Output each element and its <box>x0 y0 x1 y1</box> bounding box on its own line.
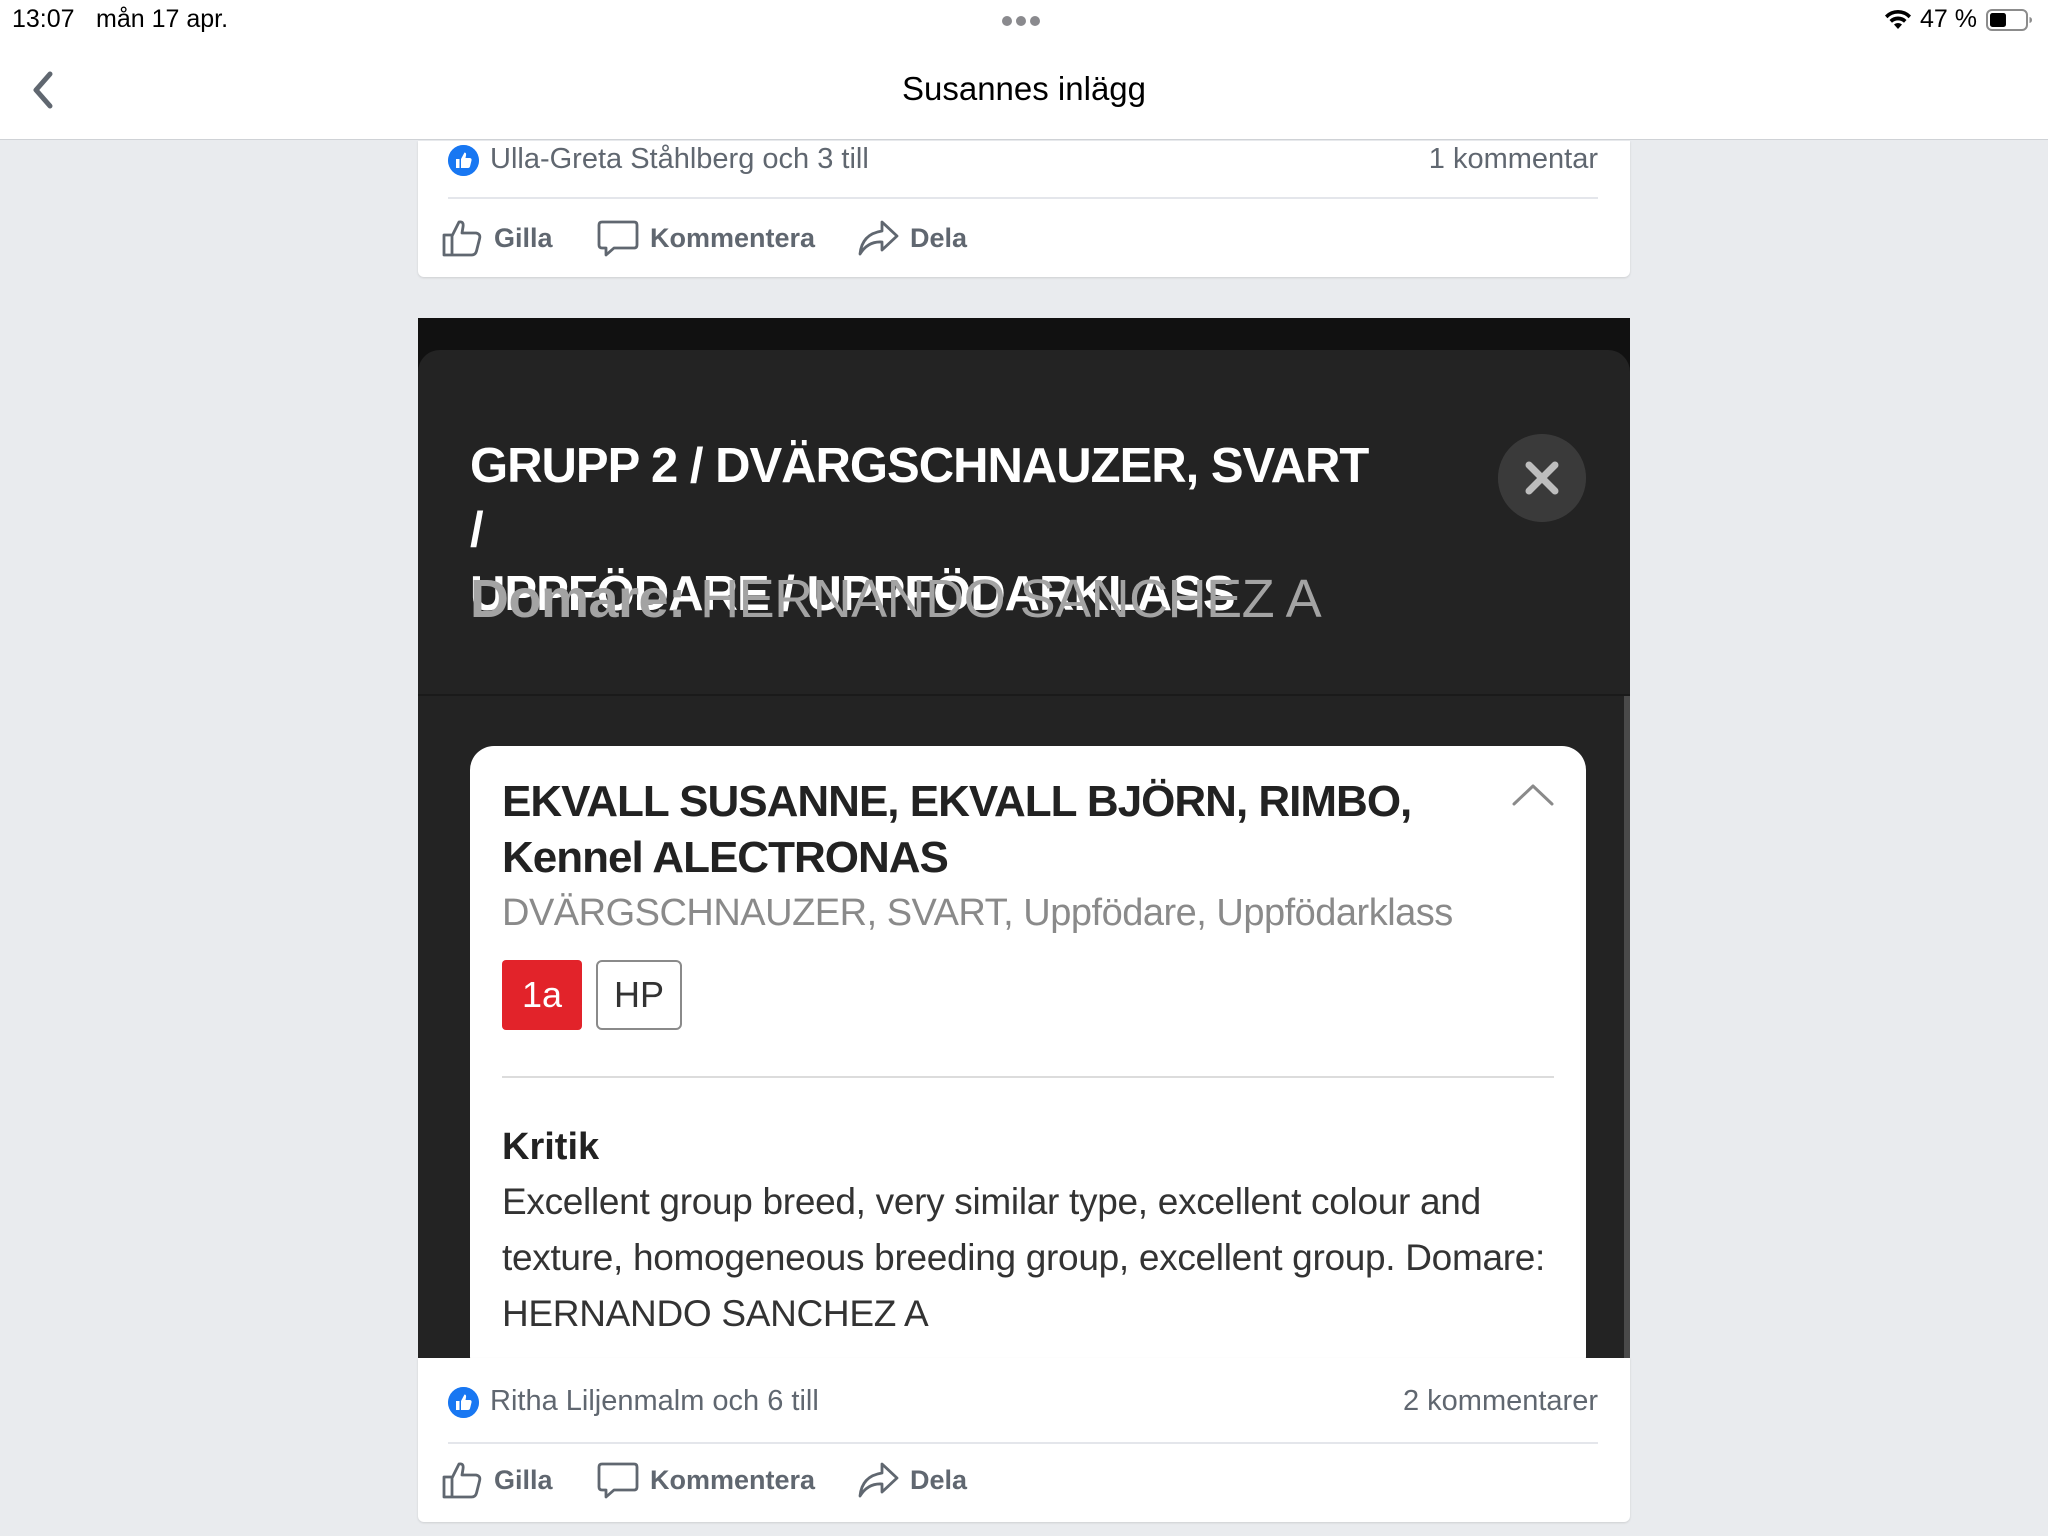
placement-badge: 1a <box>502 960 582 1030</box>
navigation-bar: Susannes inlägg <box>0 40 2048 140</box>
reactions-names[interactable]: Ritha Liljenmalm och 6 till <box>490 1385 819 1418</box>
post-card-previous: Ulla-Greta Ståhlberg och 3 till 1 kommen… <box>418 141 1630 277</box>
share-button[interactable]: Dela <box>856 213 967 263</box>
reactions-names[interactable]: Ulla-Greta Ståhlberg och 3 till <box>490 143 869 176</box>
like-button[interactable]: Gilla <box>440 213 553 263</box>
result-title: EKVALL SUSANNE, EKVALL BJÖRN, RIMBO, Ken… <box>502 774 1482 886</box>
share-arrow-icon <box>858 1462 899 1498</box>
sheet-scrollbar <box>1624 696 1630 1358</box>
result-title-line-2: Kennel ALECTRONAS <box>502 833 949 882</box>
comments-count[interactable]: 2 kommentarer <box>1403 1385 1598 1418</box>
result-subtitle: DVÄRGSCHNAUZER, SVART, Uppfödare, Uppföd… <box>502 892 1453 934</box>
comment-label: Kommentera <box>650 222 816 253</box>
post-image[interactable]: GRUPP 2 / DVÄRGSCHNAUZER, SVART / UPPFÖD… <box>418 318 1630 1358</box>
reactions-summary[interactable]: Ritha Liljenmalm och 6 till 2 kommentare… <box>448 1383 1598 1423</box>
comment-bubble-icon <box>597 220 639 257</box>
battery-icon <box>1986 9 2032 31</box>
result-card: EKVALL SUSANNE, EKVALL BJÖRN, RIMBO, Ken… <box>470 746 1586 1358</box>
wifi-icon <box>1885 9 1911 29</box>
battery-percent: 47 % <box>1920 5 1977 33</box>
critique-text: Excellent group breed, very similar type… <box>502 1181 1546 1334</box>
share-button[interactable]: Dela <box>856 1455 967 1505</box>
share-label: Dela <box>910 1464 968 1495</box>
more-dots-icon[interactable] <box>1002 13 1046 26</box>
result-divider <box>502 1076 1554 1078</box>
like-reaction-icon <box>448 145 479 176</box>
comment-button[interactable]: Kommentera <box>596 213 815 263</box>
status-bar: 13:07 mån 17 apr. 47 % <box>0 0 2048 40</box>
thumbs-up-icon <box>442 1462 482 1499</box>
like-label: Gilla <box>494 1464 553 1495</box>
comment-button[interactable]: Kommentera <box>596 1455 815 1505</box>
status-time: 13:07 <box>12 5 75 33</box>
thumbs-up-icon <box>442 220 482 257</box>
comments-count[interactable]: 1 kommentar <box>1429 143 1598 176</box>
status-date: mån 17 apr. <box>96 5 229 33</box>
judge-name: HERNANDO SANCHEZ A <box>700 569 1322 629</box>
chevron-up-icon <box>1512 784 1554 806</box>
comment-label: Kommentera <box>650 1464 816 1495</box>
result-sheet: GRUPP 2 / DVÄRGSCHNAUZER, SVART / UPPFÖD… <box>418 350 1630 1358</box>
close-x-icon <box>1498 434 1586 522</box>
judge-line: Domare: HERNANDO SANCHEZ A <box>470 568 1322 630</box>
page-title: Susannes inlägg <box>901 70 1147 107</box>
reactions-summary[interactable]: Ulla-Greta Ståhlberg och 3 till 1 kommen… <box>448 141 1598 181</box>
comment-bubble-icon <box>597 1462 639 1499</box>
share-label: Dela <box>910 222 968 253</box>
divider <box>448 197 1598 199</box>
judge-label: Domare: <box>470 569 686 629</box>
sheet-divider <box>418 694 1630 696</box>
result-title-line-1: EKVALL SUSANNE, EKVALL BJÖRN, RIMBO, <box>502 777 1412 826</box>
award-badge: HP <box>596 960 682 1030</box>
post-card-current: Ritha Liljenmalm och 6 till 2 kommentare… <box>418 1358 1630 1522</box>
divider <box>448 1442 1598 1444</box>
like-label: Gilla <box>494 222 553 253</box>
like-reaction-icon <box>448 1387 479 1418</box>
sheet-title-line-1: GRUPP 2 / DVÄRGSCHNAUZER, SVART / <box>470 439 1369 557</box>
critique-heading: Kritik <box>502 1126 600 1168</box>
like-button[interactable]: Gilla <box>440 1455 553 1505</box>
share-arrow-icon <box>858 220 899 256</box>
